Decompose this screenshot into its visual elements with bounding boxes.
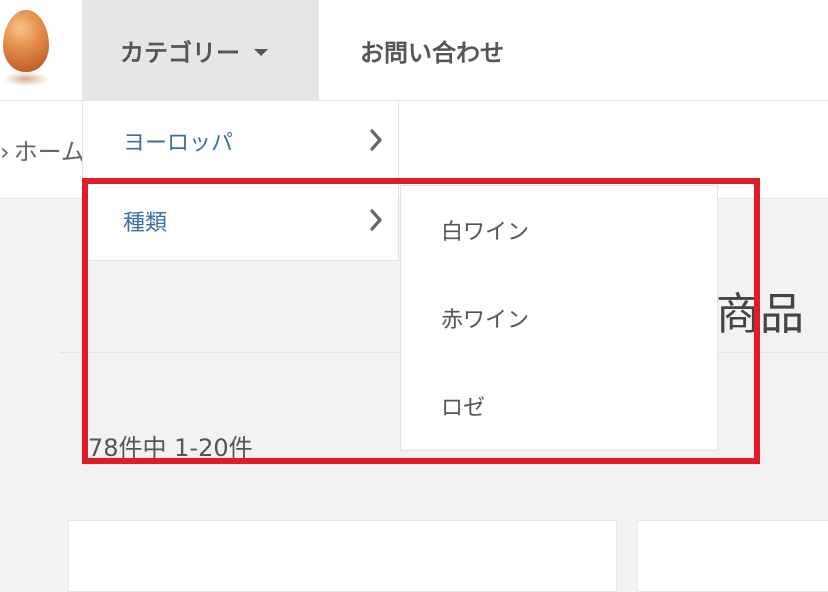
product-card[interactable] — [68, 520, 617, 592]
dropdown-item-europe[interactable]: ヨーロッパ — [83, 101, 398, 182]
breadcrumb-separator-icon: › — [0, 138, 10, 166]
result-count: 78件中 1-20件 — [88, 434, 253, 462]
category-menu-button[interactable]: カテゴリー — [82, 0, 319, 100]
page-title: 商品 — [716, 289, 804, 340]
submenu-item-white-wine[interactable]: 白ワイン — [401, 186, 717, 274]
product-card[interactable] — [637, 520, 828, 592]
egg-shape — [3, 10, 49, 72]
header-bar: カテゴリー お問い合わせ — [0, 0, 828, 101]
submenu-item-label: 赤ワイン — [441, 308, 530, 333]
submenu-item-label: ロゼ — [441, 396, 486, 421]
chevron-right-icon — [370, 209, 382, 231]
chevron-right-icon — [370, 129, 382, 151]
egg-logo-icon[interactable] — [2, 8, 50, 88]
category-menu-label: カテゴリー — [120, 38, 240, 67]
dropdown-item-label: 種類 — [123, 211, 168, 236]
contact-link-label: お問い合わせ — [360, 38, 504, 67]
dropdown-item-types[interactable]: 種類 — [83, 181, 398, 261]
breadcrumb-home[interactable]: ホーム — [14, 138, 85, 166]
submenu-item-rose[interactable]: ロゼ — [401, 362, 717, 450]
category-dropdown: ヨーロッパ 種類 — [82, 100, 399, 261]
dropdown-item-label: ヨーロッパ — [123, 131, 234, 156]
breadcrumb: › ホーム — [0, 132, 85, 167]
submenu-item-label: 白ワイン — [441, 220, 530, 245]
caret-down-icon — [254, 48, 268, 56]
contact-link[interactable]: お問い合わせ — [360, 0, 504, 100]
egg-reflection — [4, 72, 48, 86]
types-submenu: 白ワイン 赤ワイン ロゼ — [400, 185, 718, 451]
submenu-item-red-wine[interactable]: 赤ワイン — [401, 274, 717, 362]
